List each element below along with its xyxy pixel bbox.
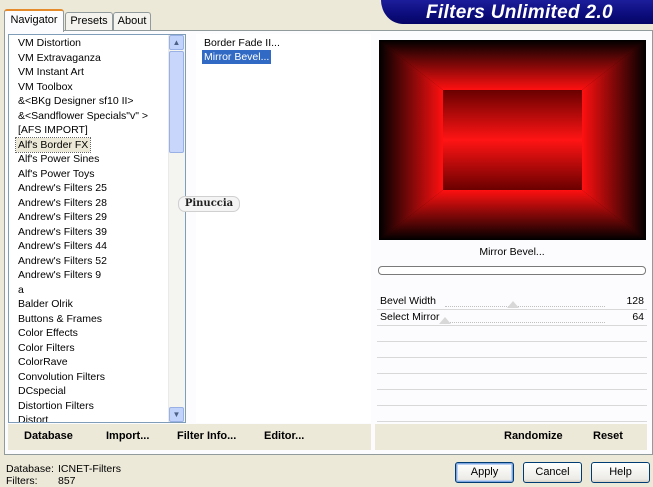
filter-list[interactable]: Border Fade II... Mirror Bevel...	[196, 34, 371, 423]
param-row-empty	[377, 406, 647, 422]
category-item[interactable]: Andrew's Filters 28	[16, 196, 109, 210]
category-item[interactable]: VM Distortion	[16, 36, 83, 50]
param-row-empty	[377, 358, 647, 374]
filter-item-border-fade[interactable]: Border Fade II...	[202, 36, 282, 50]
right-toolbar: Randomize Reset	[375, 424, 647, 450]
app-title: Filters Unlimited 2.0	[426, 2, 613, 23]
import-button[interactable]: Import...	[106, 430, 149, 442]
param-row-empty	[377, 374, 647, 390]
category-item[interactable]: VM Extravaganza	[16, 51, 103, 65]
reset-button[interactable]: Reset	[593, 430, 623, 442]
category-item[interactable]: DCspecial	[16, 384, 68, 398]
category-item[interactable]: Convolution Filters	[16, 370, 107, 384]
param-slider-track[interactable]	[445, 306, 605, 307]
tab-presets[interactable]: Presets	[65, 12, 113, 30]
param-slider-track[interactable]	[445, 322, 605, 323]
category-item[interactable]: Alf's Power Toys	[16, 167, 97, 181]
category-item[interactable]: Color Filters	[16, 341, 77, 355]
category-item[interactable]: [AFS IMPORT]	[16, 123, 90, 137]
param-row-empty	[377, 342, 647, 358]
tab-about[interactable]: About	[113, 12, 151, 30]
tab-navigator[interactable]: Navigator	[4, 9, 64, 32]
filter-info-button[interactable]: Filter Info...	[177, 430, 236, 442]
category-item[interactable]: &<BKg Designer sf10 II>	[16, 94, 136, 108]
param-row-select-mirror[interactable]: Select Mirror 64	[377, 310, 647, 326]
scroll-thumb[interactable]	[169, 51, 184, 153]
preview-image	[379, 40, 646, 240]
category-item[interactable]: Alf's Power Sines	[16, 152, 101, 166]
category-item[interactable]: Distortion Filters	[16, 399, 96, 413]
watermark-logo: Pinuccia	[178, 196, 240, 212]
progress-bar	[378, 266, 646, 275]
category-item[interactable]: Color Effects	[16, 326, 80, 340]
category-item[interactable]: Balder Olrik	[16, 297, 75, 311]
category-item[interactable]: Andrew's Filters 52	[16, 254, 109, 268]
category-item[interactable]: Distort	[16, 413, 50, 422]
category-item[interactable]: VM Toolbox	[16, 80, 75, 94]
param-value: 64	[632, 311, 644, 323]
left-toolbar: Database Import... Filter Info... Editor…	[8, 424, 371, 450]
param-row-empty	[377, 326, 647, 342]
category-item[interactable]: Alf's Border FX	[14, 136, 92, 153]
category-item[interactable]: Buttons & Frames	[16, 312, 104, 326]
category-item[interactable]: a	[16, 283, 26, 297]
category-item[interactable]: Andrew's Filters 9	[16, 268, 103, 282]
category-item[interactable]: &<Sandflower Specials"v" >	[16, 109, 150, 123]
cancel-button[interactable]: Cancel	[523, 462, 582, 483]
param-slider-thumb[interactable]	[439, 317, 451, 324]
apply-button[interactable]: Apply	[455, 462, 514, 483]
param-slider-thumb[interactable]	[507, 301, 519, 308]
category-list[interactable]: VM Distortion VM Extravaganza VM Instant A…	[8, 34, 186, 423]
preview-filter-name: Mirror Bevel...	[479, 246, 545, 258]
category-item[interactable]: Andrew's Filters 44	[16, 239, 109, 253]
randomize-button[interactable]: Randomize	[504, 430, 563, 442]
param-row-empty	[377, 390, 647, 406]
param-label: Bevel Width	[380, 295, 437, 307]
scroll-down-icon[interactable]: ▼	[169, 407, 184, 422]
status-database: Database: ICNET-Filters	[6, 463, 121, 475]
scroll-up-icon[interactable]: ▲	[169, 35, 184, 50]
category-item[interactable]: ColorRave	[16, 355, 70, 369]
help-button[interactable]: Help	[591, 462, 650, 483]
category-scrollbar[interactable]: ▲ ▼	[168, 35, 185, 422]
editor-button[interactable]: Editor...	[264, 430, 304, 442]
status-filters-value: 857	[58, 475, 76, 487]
status-filters: Filters: 857	[6, 475, 76, 487]
status-database-label: Database:	[6, 463, 54, 475]
category-item[interactable]: Andrew's Filters 29	[16, 210, 109, 224]
category-item[interactable]: Andrew's Filters 39	[16, 225, 109, 239]
category-item[interactable]: Andrew's Filters 25	[16, 181, 109, 195]
status-filters-label: Filters:	[6, 475, 38, 487]
database-button[interactable]: Database	[24, 430, 73, 442]
param-row-bevel-width[interactable]: Bevel Width 128	[377, 294, 647, 310]
status-database-value: ICNET-Filters	[58, 463, 121, 475]
param-value: 128	[626, 295, 644, 307]
filter-item-mirror-bevel[interactable]: Mirror Bevel...	[202, 50, 272, 64]
param-label: Select Mirror	[380, 311, 440, 323]
category-item[interactable]: VM Instant Art	[16, 65, 86, 79]
